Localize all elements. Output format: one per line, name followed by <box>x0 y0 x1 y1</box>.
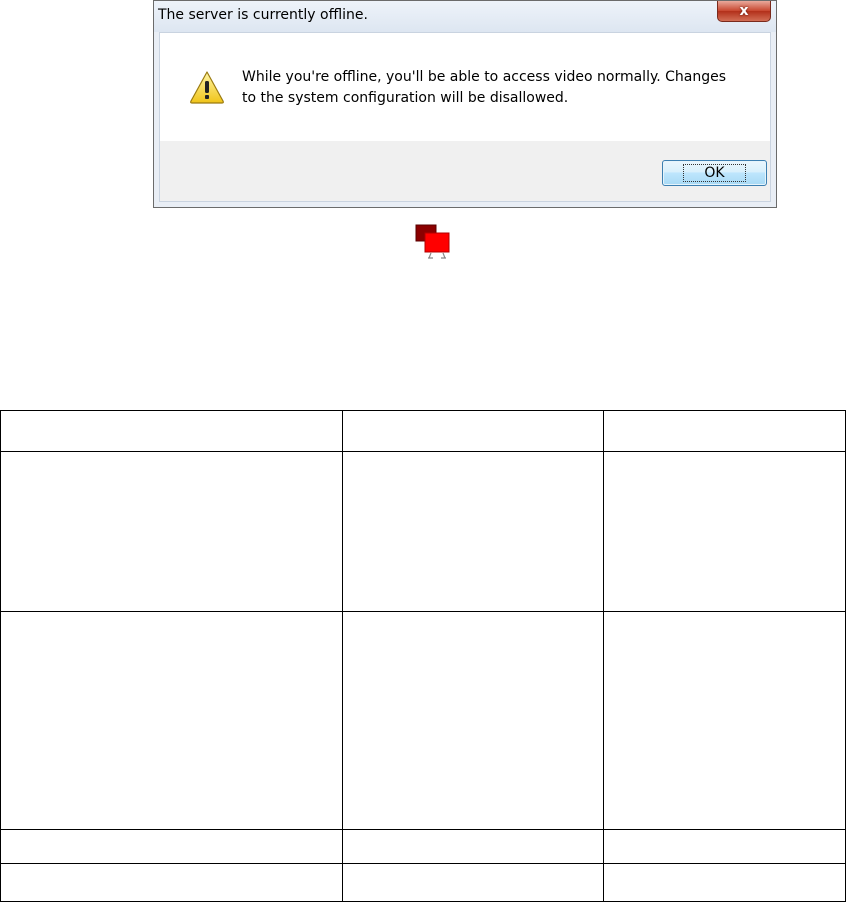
table-cell <box>341 611 605 830</box>
table-cell <box>0 611 343 830</box>
warning-icon <box>190 71 224 104</box>
table-cell <box>341 829 605 864</box>
table-cell <box>0 451 343 612</box>
table-cell <box>0 863 343 902</box>
table-row <box>0 829 846 864</box>
table-cell <box>603 611 846 830</box>
table-cell <box>603 829 846 864</box>
table-cell <box>341 451 605 612</box>
table-cell <box>603 410 846 452</box>
table-row <box>0 410 846 452</box>
table-row <box>0 611 846 830</box>
table-cell <box>603 863 846 902</box>
dialog-title: The server is currently offline. <box>158 7 368 23</box>
dialog-titlebar[interactable]: The server is currently offline. x <box>154 1 776 32</box>
table-cell <box>341 863 605 902</box>
table-row <box>0 451 846 612</box>
table-cell <box>0 829 343 864</box>
table-cell <box>603 451 846 612</box>
ok-button[interactable]: OK <box>662 160 767 186</box>
blank-table <box>0 410 846 902</box>
dialog-footer: OK <box>159 141 771 202</box>
network-offline-icon <box>415 224 450 259</box>
dialog-content: While you're offline, you'll be able to … <box>159 32 771 141</box>
offline-dialog: The server is currently offline. x While… <box>153 0 777 208</box>
table-cell <box>0 410 343 452</box>
table-cell <box>341 410 605 452</box>
dialog-message: While you're offline, you'll be able to … <box>242 69 727 106</box>
close-button[interactable]: x <box>717 1 771 22</box>
table-row <box>0 863 846 902</box>
ok-button-label: OK <box>683 164 746 182</box>
close-icon: x <box>739 3 749 19</box>
